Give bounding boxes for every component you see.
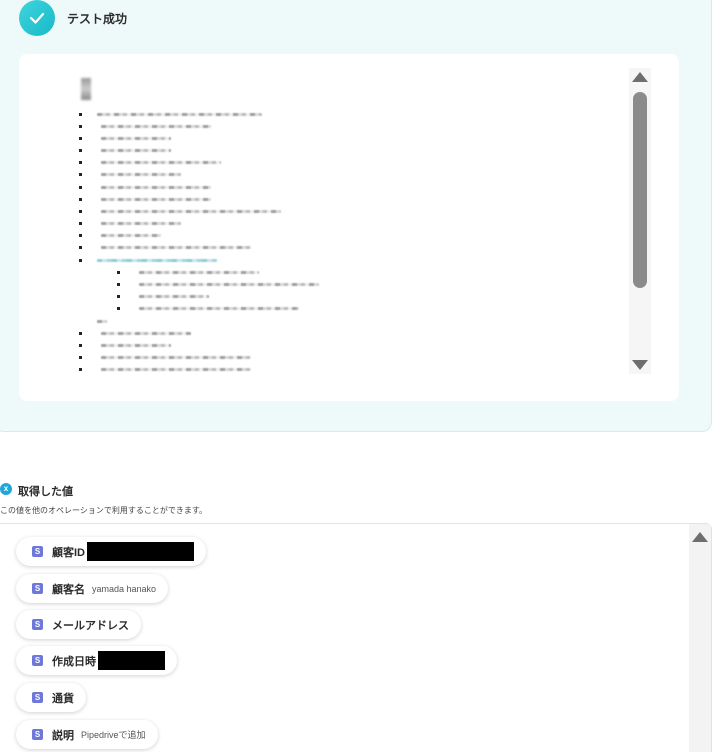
redacted-text-line — [101, 149, 171, 152]
redacted-brace — [81, 78, 91, 100]
redacted-text-line — [101, 246, 251, 249]
redacted-bullet — [79, 173, 82, 176]
string-type-icon: S — [32, 546, 43, 557]
redacted-bullet — [79, 161, 82, 164]
redacted-bullet — [79, 149, 82, 152]
values-title: 取得した値 — [18, 486, 73, 498]
redacted-bullet — [79, 344, 82, 347]
redacted-bullet — [79, 186, 82, 189]
chip-label: 説明 — [52, 729, 74, 742]
redacted-text-line — [101, 344, 171, 347]
redacted-text-line — [101, 186, 211, 189]
value-chip-customer-name[interactable]: S 顧客名 yamada hanako — [16, 574, 169, 603]
values-description: この値を他のオペレーションで利用することができます。 — [0, 506, 208, 515]
string-type-icon: S — [32, 619, 43, 630]
value-chip-currency[interactable]: S 通貨 — [16, 683, 86, 712]
scroll-up-arrow-icon[interactable] — [632, 72, 648, 82]
redacted-text-line — [139, 283, 319, 286]
response-preview — [19, 54, 679, 401]
redacted-value — [87, 542, 194, 561]
redacted-text-line — [101, 125, 211, 128]
redacted-bullet — [79, 137, 82, 140]
redacted-text-line — [97, 259, 217, 262]
redacted-text-line — [101, 332, 191, 335]
chip-label: 作成日時 — [52, 655, 96, 668]
redacted-text-line — [101, 356, 251, 359]
redacted-bullet — [79, 222, 82, 225]
chip-value: yamada hanako — [92, 583, 157, 594]
redacted-bullet — [79, 198, 82, 201]
scroll-thumb[interactable] — [633, 92, 647, 288]
response-scrollbar[interactable] — [629, 68, 651, 374]
test-status-title: テスト成功 — [67, 12, 128, 26]
redacted-text-line — [139, 295, 209, 298]
redacted-text-line — [101, 368, 251, 371]
value-chip-created-at[interactable]: S 作成日時 — [16, 646, 177, 675]
chip-label: メールアドレス — [52, 619, 129, 632]
variable-icon: x — [0, 483, 12, 495]
redacted-text-line — [101, 234, 161, 237]
redacted-bullet — [79, 368, 82, 371]
value-chip-email[interactable]: S メールアドレス — [16, 610, 141, 639]
redacted-bullet — [117, 295, 120, 298]
chip-label: 通貨 — [52, 692, 74, 705]
redacted-text-line — [101, 222, 181, 225]
redacted-text-line — [101, 173, 181, 176]
redacted-bullet — [79, 246, 82, 249]
string-type-icon: S — [32, 583, 43, 594]
redacted-text-line — [97, 320, 107, 323]
redacted-bullet — [79, 125, 82, 128]
redacted-bullet — [117, 271, 120, 274]
scroll-down-arrow-icon[interactable] — [632, 360, 648, 370]
redacted-text-line — [101, 198, 211, 201]
redacted-bullet — [79, 113, 82, 116]
redacted-bullet — [117, 307, 120, 310]
redacted-bullet — [79, 332, 82, 335]
redacted-text-line — [97, 113, 262, 116]
redacted-text-line — [139, 307, 299, 310]
test-result-panel: テスト成功 — [0, 0, 712, 432]
string-type-icon: S — [32, 729, 43, 740]
chip-label: 顧客名 — [52, 583, 85, 596]
redacted-text-line — [101, 137, 171, 140]
chip-value: Pipedriveで追加 — [81, 730, 146, 740]
chip-label: 顧客ID — [52, 546, 85, 559]
redacted-text-line — [139, 271, 259, 274]
redacted-bullet — [79, 234, 82, 237]
value-chip-customer-id[interactable]: S 顧客ID — [16, 537, 206, 566]
redacted-text-line — [101, 161, 221, 164]
redacted-bullet — [117, 283, 120, 286]
redacted-bullet — [79, 259, 82, 262]
values-scrollbar[interactable] — [689, 524, 711, 752]
redacted-text-line — [101, 210, 281, 213]
string-type-icon: S — [32, 655, 43, 666]
string-type-icon: S — [32, 692, 43, 703]
redacted-bullet — [79, 210, 82, 213]
scroll-up-arrow-icon[interactable] — [692, 532, 708, 542]
redacted-value — [98, 651, 165, 670]
redacted-bullet — [79, 356, 82, 359]
checkmark-icon — [19, 0, 55, 36]
value-chip-description[interactable]: S 説明 Pipedriveで追加 — [16, 720, 158, 749]
